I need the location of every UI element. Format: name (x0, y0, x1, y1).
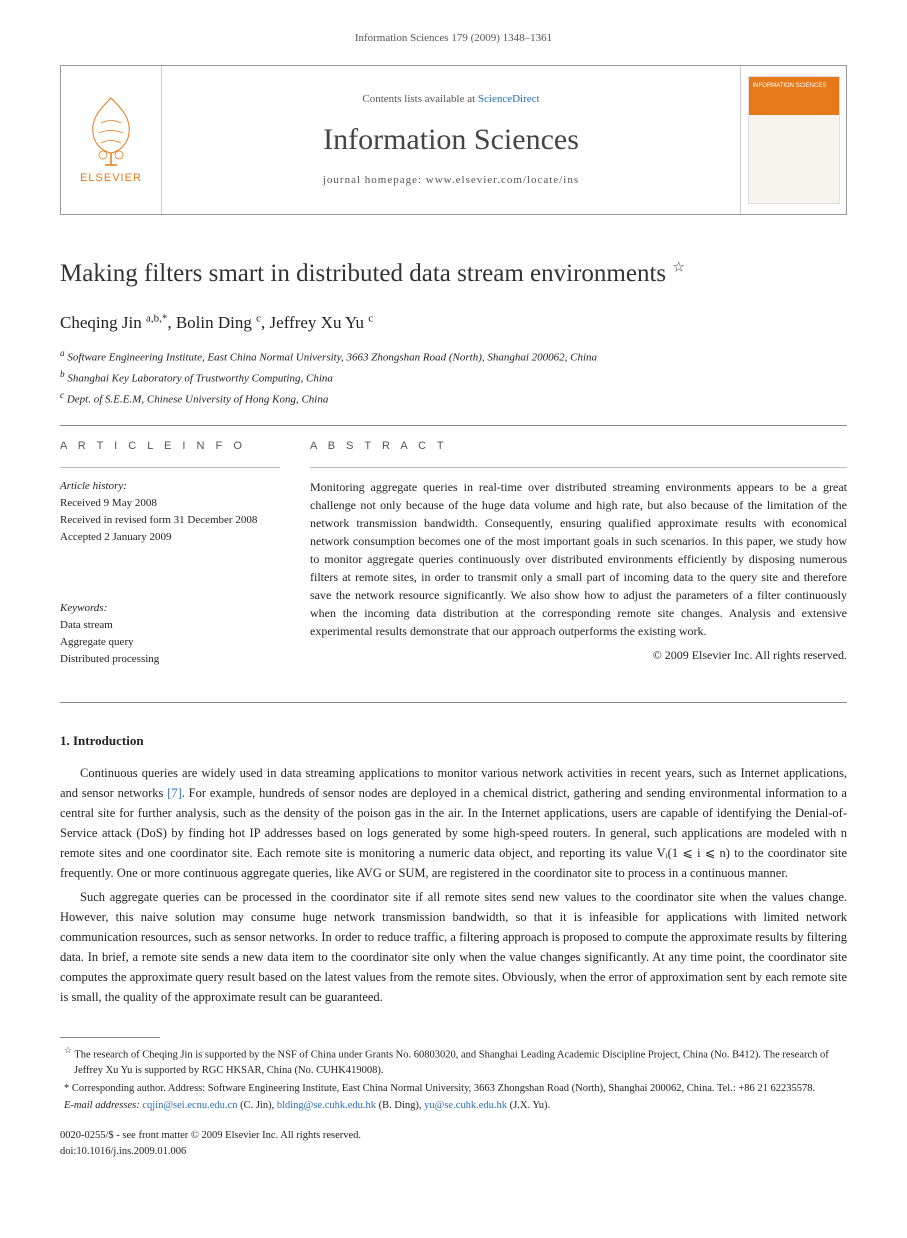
email-link-jin[interactable]: cqjin@sei.ecnu.edu.cn (142, 1100, 237, 1111)
article-history-label: Article history: (60, 478, 280, 495)
article-info-heading: A R T I C L E I N F O (60, 438, 280, 455)
contents-available-line: Contents lists available at ScienceDirec… (162, 91, 740, 108)
history-revised: Received in revised form 31 December 200… (60, 512, 280, 529)
title-footnote-star: ☆ (672, 260, 685, 275)
email-link-ding[interactable]: blding@se.cuhk.edu.hk (277, 1100, 376, 1111)
divider-bottom (60, 702, 847, 703)
contents-prefix: Contents lists available at (362, 93, 477, 105)
abstract-text: Monitoring aggregate queries in real-tim… (310, 478, 847, 640)
history-received: Received 9 May 2008 (60, 495, 280, 512)
doi-line: doi:10.1016/j.ins.2009.01.006 (60, 1144, 847, 1160)
email-who-2: (B. Ding), (376, 1100, 424, 1111)
bottom-publication-info: 0020-0255/$ - see front matter © 2009 El… (60, 1128, 847, 1160)
journal-cover-thumbnail: INFORMATION SCIENCES (748, 76, 840, 204)
footnote-corresponding: * Corresponding author. Address: Softwar… (60, 1081, 847, 1097)
intro-paragraph-1: Continuous queries are widely used in da… (60, 763, 847, 883)
email-label: E-mail addresses: (64, 1100, 142, 1111)
article-info-column: A R T I C L E I N F O Article history: R… (60, 438, 280, 682)
info-abstract-row: A R T I C L E I N F O Article history: R… (60, 438, 847, 682)
cover-thumb-title: INFORMATION SCIENCES (753, 83, 835, 90)
section-1-heading: 1. Introduction (60, 731, 847, 751)
abstract-copyright: © 2009 Elsevier Inc. All rights reserved… (310, 646, 847, 664)
elsevier-tree-icon (81, 93, 141, 168)
abstract-heading: A B S T R A C T (310, 438, 847, 455)
intro-paragraph-2: Such aggregate queries can be processed … (60, 887, 847, 1007)
journal-name: Information Sciences (162, 117, 740, 162)
affiliation-b: b Shanghai Key Laboratory of Trustworthy… (60, 367, 847, 388)
elsevier-logo-block: ELSEVIER (61, 66, 161, 214)
journal-homepage: journal homepage: www.elsevier.com/locat… (162, 172, 740, 189)
footnote-divider (60, 1037, 160, 1038)
footnote-funding: ☆ The research of Cheqing Jin is support… (60, 1044, 847, 1079)
keyword-1: Data stream (60, 617, 280, 634)
affiliation-c: c Dept. of S.E.E.M, Chinese University o… (60, 388, 847, 409)
front-matter-line: 0020-0255/$ - see front matter © 2009 El… (60, 1128, 847, 1144)
keywords-label: Keywords: (60, 600, 280, 617)
email-who-3: (J.X. Yu). (507, 1100, 550, 1111)
history-accepted: Accepted 2 January 2009 (60, 529, 280, 546)
article-title: Making filters smart in distributed data… (60, 255, 847, 293)
running-header: Information Sciences 179 (2009) 1348–136… (60, 30, 847, 47)
email-link-yu[interactable]: yu@se.cuhk.edu.hk (424, 1100, 507, 1111)
divider-top (60, 425, 847, 426)
footnote-emails: E-mail addresses: cqjin@sei.ecnu.edu.cn … (60, 1098, 847, 1114)
footnotes-block: ☆ The research of Cheqing Jin is support… (60, 1044, 847, 1115)
sciencedirect-link[interactable]: ScienceDirect (478, 93, 540, 105)
affiliations: a Software Engineering Institute, East C… (60, 346, 847, 410)
journal-cover-thumb-wrap: INFORMATION SCIENCES (741, 66, 846, 214)
article-history-block: Article history: Received 9 May 2008 Rec… (60, 478, 280, 546)
elsevier-label: ELSEVIER (80, 170, 142, 187)
keywords-block: Keywords: Data stream Aggregate query Di… (60, 600, 280, 668)
article-title-text: Making filters smart in distributed data… (60, 260, 666, 287)
affiliation-a: a Software Engineering Institute, East C… (60, 346, 847, 367)
abstract-column: A B S T R A C T Monitoring aggregate que… (310, 438, 847, 682)
citation-7-link[interactable]: [7] (167, 786, 182, 800)
keyword-2: Aggregate query (60, 634, 280, 651)
journal-center-info: Contents lists available at ScienceDirec… (161, 66, 741, 214)
email-who-1: (C. Jin), (237, 1100, 276, 1111)
authors-line: Cheqing Jin a,b,*, Bolin Ding c, Jeffrey… (60, 310, 847, 336)
keyword-3: Distributed processing (60, 651, 280, 668)
journal-header-box: ELSEVIER Contents lists available at Sci… (60, 65, 847, 215)
